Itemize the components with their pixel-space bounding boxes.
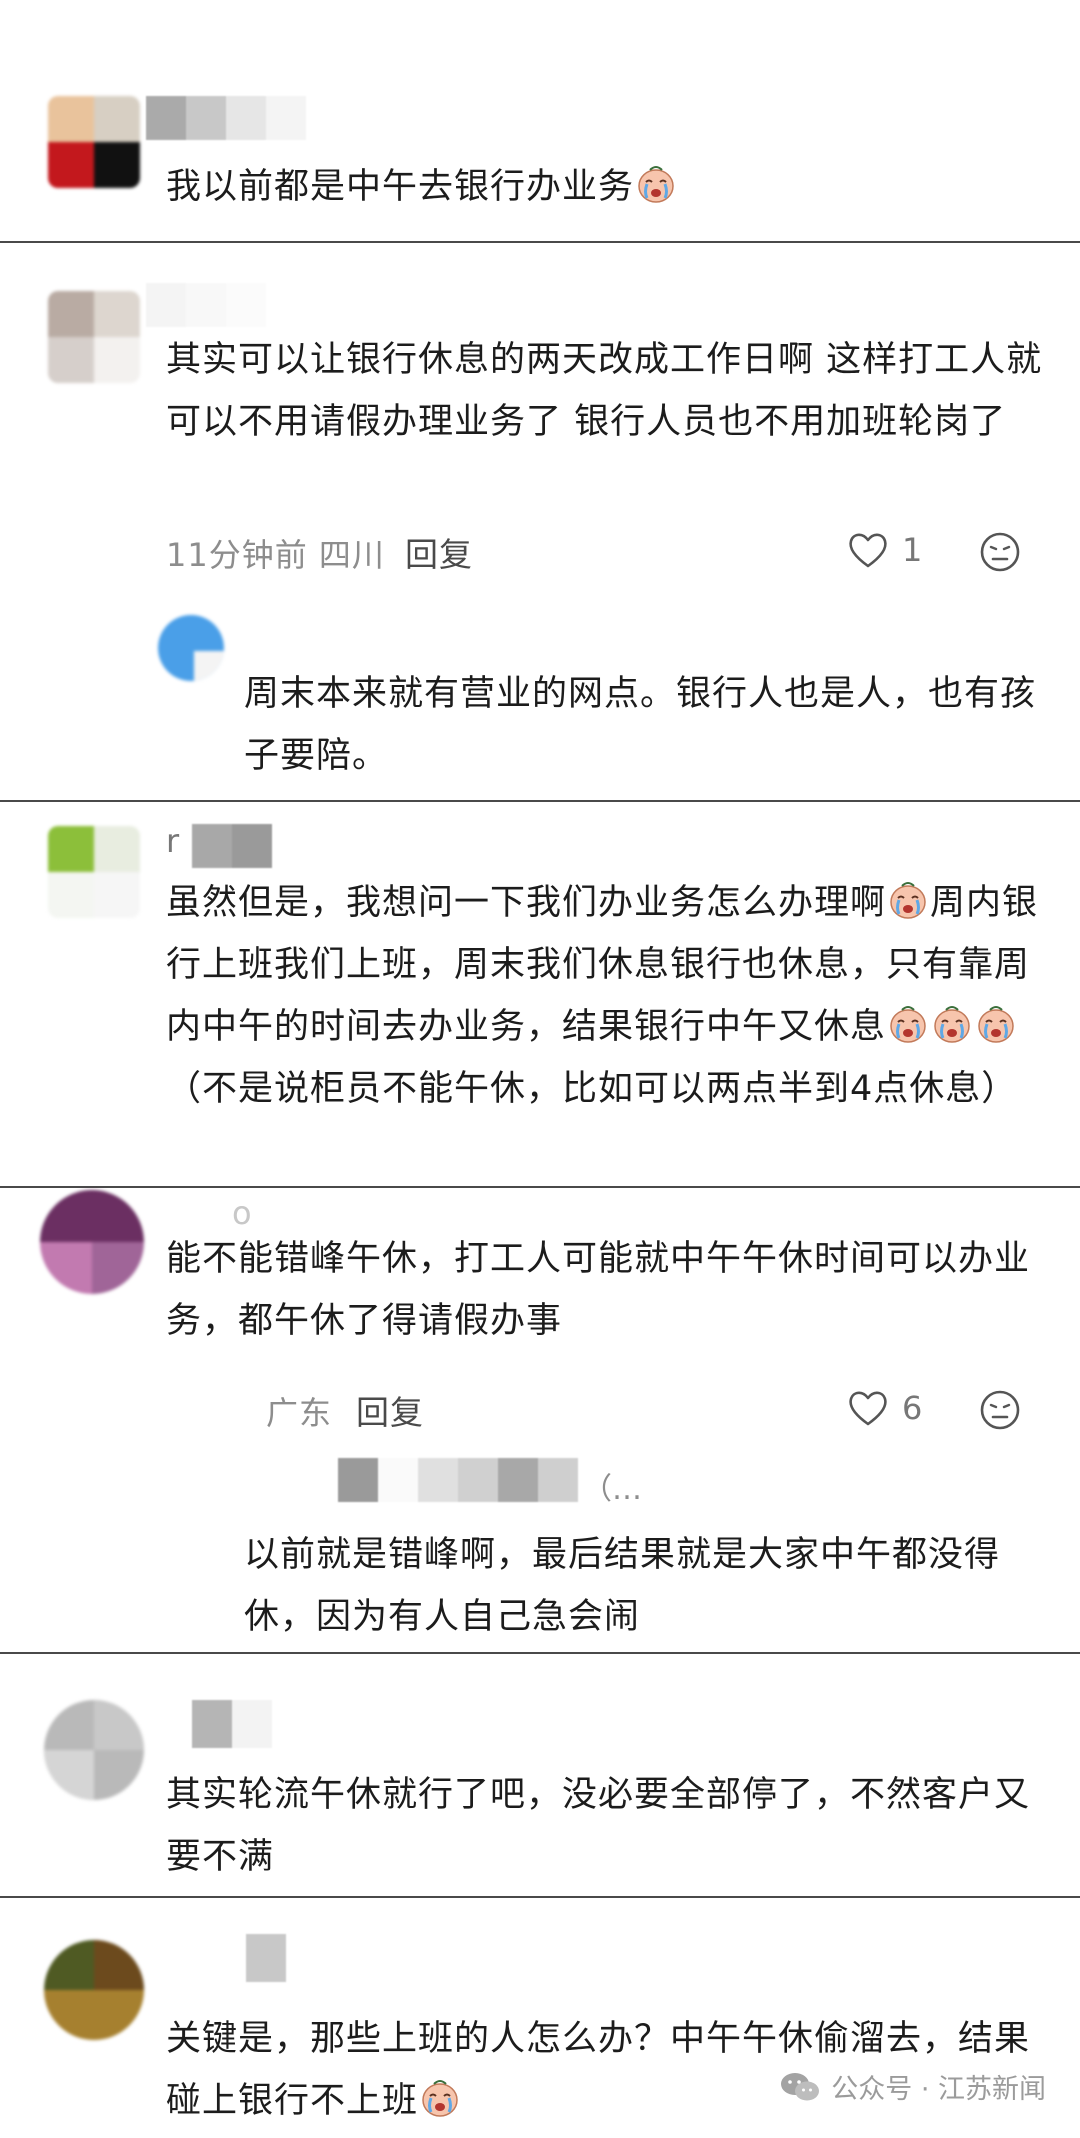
reply-username-fragment: （… (582, 1472, 642, 1507)
crying-face-emoji (636, 164, 676, 204)
comment-text: 其实轮流午休就行了吧，没必要全部停了，不然客户又要不满 (166, 1775, 1031, 1877)
watermark-text: 公众号 · 江苏新闻 (831, 2074, 1046, 2105)
comment-text: 其实可以让银行休息的两天改成工作日啊 这样打工人就可以不用请假办理业务了 银行人… (166, 340, 1043, 442)
like-button[interactable]: 6 (846, 1386, 922, 1430)
frown-face-icon[interactable] (978, 1388, 1022, 1432)
comment-text: 能不能错峰午休，打工人可能就中午午休时间可以办业务，都午休了得请假办事 (166, 1239, 1031, 1341)
reply-avatar[interactable] (158, 615, 224, 681)
avatar[interactable] (48, 291, 140, 383)
like-count: 6 (902, 1389, 923, 1427)
heart-outline-icon (846, 1386, 890, 1430)
avatar[interactable] (44, 1940, 144, 2040)
crying-face-emoji (420, 2078, 460, 2118)
username-fragment: o (232, 1194, 252, 1232)
comment-location: 广东 (266, 1394, 333, 1432)
comment-card: 关键是，那些上班的人怎么办？中午午休偷溜去，结果碰上银行不上班 公众号 · 江苏… (0, 1896, 1080, 2138)
watermark: 公众号 · 江苏新闻 (779, 2067, 1046, 2106)
avatar[interactable] (40, 1190, 144, 1294)
reply-button[interactable]: 回复 (356, 1386, 424, 1434)
comment-text: 我以前都是中午去银行办业务 (166, 156, 1046, 218)
username-mosaic (246, 1934, 286, 1982)
comment-text: 虽然但是，我想问一下我们办业务怎么办理啊 周内银行上班我们上班，周末我们休息银行也… (166, 872, 1046, 1120)
comment-card: 其实可以让银行休息的两天改成工作日啊 这样打工人就可以不用请假办理业务了 银行人… (0, 241, 1080, 800)
comment-card: r 虽然但是，我想问一下我们办业务怎么办理啊 周内银行上班我们上班，周末我们休息银… (0, 800, 1080, 1186)
username-mosaic (146, 96, 306, 140)
like-button[interactable]: 1 (846, 528, 922, 572)
avatar[interactable] (48, 826, 140, 918)
username-mosaic (192, 824, 272, 868)
username-mosaic (146, 283, 266, 327)
avatar[interactable] (44, 1700, 144, 1800)
crying-face-emoji (888, 880, 928, 920)
crying-face-emoji (932, 1004, 972, 1044)
frown-face-icon[interactable] (978, 530, 1022, 574)
crying-face-emoji (976, 1004, 1016, 1044)
comment-card: 其实轮流午休就行了吧，没必要全部停了，不然客户又要不满 (0, 1652, 1080, 1896)
comment-time-location: 11分钟前 四川 (166, 536, 385, 574)
crying-face-emoji (888, 1004, 928, 1044)
wechat-icon (781, 2072, 820, 2100)
reply-username-mosaic (338, 1458, 578, 1502)
reply-text: 周末本来就有营业的网点。银行人也是人，也有孩子要陪。 (244, 674, 1037, 776)
heart-outline-icon (846, 528, 890, 572)
comment-card: 我以前都是中午去银行办业务 (0, 0, 1080, 241)
username-mosaic (192, 1700, 272, 1748)
username-fragment: r (166, 822, 180, 860)
like-count: 1 (902, 531, 923, 569)
reply-text: 以前就是错峰啊，最后结果就是大家中午都没得休，因为有人自己急会闹 (244, 1535, 1001, 1637)
reply-button[interactable]: 回复 (405, 528, 473, 576)
comment-card: o 能不能错峰午休，打工人可能就中午午休时间可以办业务，都午休了得请假办事 广东… (0, 1186, 1080, 1652)
avatar[interactable] (48, 96, 140, 188)
